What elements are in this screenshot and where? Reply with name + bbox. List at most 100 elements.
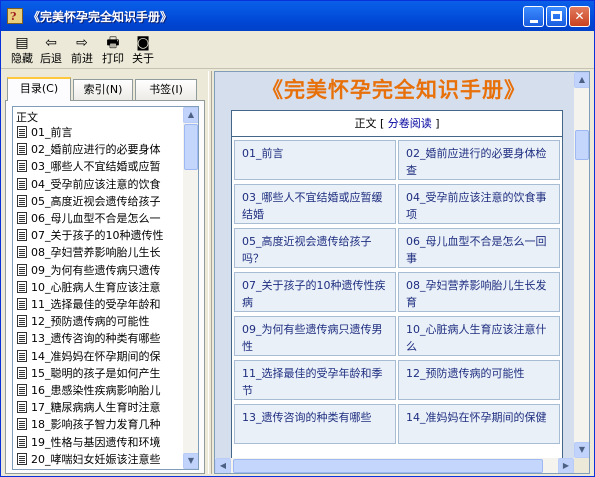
close-button[interactable]: ✕: [569, 6, 590, 27]
tree-item[interactable]: 07_关于孩子的10种遗传性: [17, 228, 164, 244]
chapter-link[interactable]: 08_孕妇营养影响胎儿生长发育: [398, 272, 560, 312]
back-button[interactable]: ⇦ 后退: [34, 34, 68, 68]
about-button[interactable]: ◙ 关于: [126, 34, 160, 68]
document-icon: [17, 177, 27, 190]
content-scroll-right-button[interactable]: ▶: [558, 458, 574, 473]
chapter-link[interactable]: 04_受孕前应该注意的饮食事项: [398, 184, 560, 224]
page-title: 《完美怀孕完全知识手册》: [262, 77, 526, 102]
nav-tabs: 目录(C) 索引(N) 书签(I): [5, 77, 205, 101]
maximize-button[interactable]: [546, 6, 567, 27]
tree-item[interactable]: 16_患感染性疾病影响胎儿: [17, 383, 161, 399]
window-title: 《完美怀孕完全知识手册》: [28, 10, 173, 24]
document-icon: [17, 366, 27, 379]
chapter-table: 正文 [ 分卷阅读 ] 01_前言 02_婚前应进行的必要身体检查 03_哪些人不宜…: [231, 110, 563, 470]
tree-item[interactable]: 13_遗传咨询的种类有哪些: [17, 331, 161, 347]
tree-item[interactable]: 04_受孕前应该注意的饮食: [17, 177, 161, 193]
tree-item[interactable]: 08_孕妇营养影响胎儿生长: [17, 245, 161, 261]
pane-splitter[interactable]: [208, 71, 212, 474]
toolbar: ▤ 隐藏 ⇦ 后退 ⇨ 前进 🖶 打印 ◙ 关于: [1, 31, 594, 69]
tree-item[interactable]: 02_婚前应进行的必要身体: [17, 142, 161, 158]
document-icon: [17, 160, 27, 173]
tree-item-label: 10_心脏病人生育应该注意: [31, 280, 161, 294]
tree-item[interactable]: 03_哪些人不宜结婚或应暂: [17, 159, 161, 175]
toc-tree[interactable]: 正文 01_前言 02_婚前应进行的必要身体 03_哪些人不宜结婚或应暂 04_受孕前…: [12, 106, 199, 470]
document-icon: [17, 126, 27, 138]
document-icon: [17, 194, 27, 207]
tree-item[interactable]: 18_影响孩子智力发育几种: [17, 417, 161, 433]
tree-item-label: 03_哪些人不宜结婚或应暂: [31, 160, 161, 174]
content-scroll-up-button[interactable]: ▲: [574, 72, 589, 88]
header-prefix: 正文 [: [354, 117, 388, 130]
tree-item[interactable]: 19_性格与基因遗传和环境: [17, 435, 161, 451]
document-icon: [17, 435, 27, 448]
header-suffix: ]: [431, 117, 440, 130]
maximize-icon: [551, 11, 562, 21]
print-button[interactable]: 🖶 打印: [96, 34, 130, 68]
tree-item[interactable]: 17_糖尿病病人生育时注意: [17, 400, 161, 416]
chapter-link[interactable]: 01_前言: [234, 140, 396, 180]
scroll-up-button[interactable]: ▲: [183, 107, 198, 123]
document-icon: [17, 229, 27, 242]
document-icon: [17, 212, 27, 224]
chapter-link[interactable]: 13_遗传咨询的种类有哪些: [234, 404, 396, 444]
print-label: 打印: [102, 52, 124, 65]
tree-item-label: 20_哮喘妇女妊娠该注意些: [31, 452, 161, 466]
tree-item[interactable]: 05_高度近视会遗传给孩子: [17, 194, 161, 210]
document-icon: [17, 263, 27, 276]
tree-item[interactable]: 15_聪明的孩子是如何产生: [17, 366, 161, 382]
tree-item[interactable]: 01_前言: [17, 125, 73, 141]
title-bar[interactable]: ? 《完美怀孕完全知识手册》 ✕: [1, 1, 594, 31]
chapter-link[interactable]: 02_婚前应进行的必要身体检查: [398, 140, 560, 180]
tree-item[interactable]: 10_心脏病人生育应该注意: [17, 280, 161, 296]
content-vertical-scrollbar[interactable]: ▲ ▼: [574, 72, 589, 458]
table-header: 正文 [ 分卷阅读 ]: [232, 111, 562, 137]
tree-item-label: 05_高度近视会遗传给孩子: [31, 194, 161, 208]
tree-item[interactable]: 09_为何有些遗传病只遗传: [17, 263, 161, 279]
chapter-link[interactable]: 14_准妈妈在怀孕期间的保健: [398, 404, 560, 444]
tree-item[interactable]: 20_哮喘妇女妊娠该注意些: [17, 452, 161, 468]
tree-item[interactable]: 14_准妈妈在怀孕期间的保: [17, 349, 161, 365]
tree-item[interactable]: 12_预防遗传病的可能性: [17, 314, 150, 330]
content-hscroll-thumb[interactable]: [233, 459, 543, 473]
scroll-down-button[interactable]: ▼: [183, 453, 198, 469]
content-scroll-left-button[interactable]: ◀: [215, 458, 231, 473]
tree-item-label: 04_受孕前应该注意的饮食: [31, 177, 161, 191]
tree-item[interactable]: 06_母儿血型不合是怎么一: [17, 211, 161, 227]
document-icon: [17, 280, 27, 293]
tree-item-label: 13_遗传咨询的种类有哪些: [31, 332, 161, 346]
app-icon: ?: [7, 8, 23, 24]
chapter-link[interactable]: 03_哪些人不宜结婚或应暂缓结婚: [234, 184, 396, 224]
chapter-link[interactable]: 07_关于孩子的10种遗传性疾病: [234, 272, 396, 312]
forward-button[interactable]: ⇨ 前进: [65, 34, 99, 68]
tree-item-label: 06_母儿血型不合是怎么一: [31, 212, 161, 225]
content-horizontal-scrollbar[interactable]: ◀ ▶: [215, 458, 574, 473]
minimize-button[interactable]: [523, 6, 544, 27]
volume-reading-link[interactable]: 分卷阅读: [388, 117, 432, 130]
tree-item-label: 14_准妈妈在怀孕期间的保: [31, 349, 161, 363]
document-icon: [17, 452, 27, 465]
app-window: ? 《完美怀孕完全知识手册》 ✕ ▤ 隐藏 ⇦ 后退 ⇨ 前进 🖶 打印 ◙ 关…: [0, 0, 595, 477]
chapter-link[interactable]: 11_选择最佳的受孕年龄和季节: [234, 360, 396, 400]
content-scroll-thumb[interactable]: [575, 130, 589, 160]
content-scroll-down-button[interactable]: ▼: [574, 442, 589, 458]
tree-scrollbar[interactable]: ▲ ▼: [183, 107, 198, 469]
tree-item[interactable]: 11_选择最佳的受孕年龄和: [17, 297, 161, 313]
tree-item-label: 19_性格与基因遗传和环境: [31, 435, 161, 449]
chapter-link[interactable]: 05_高度近视会遗传给孩子吗？: [234, 228, 396, 268]
tree-item-label: 12_预防遗传病的可能性: [31, 315, 150, 329]
toc-panel: 正文 01_前言 02_婚前应进行的必要身体 03_哪些人不宜结婚或应暂 04_受孕前…: [5, 100, 205, 474]
tree-item-label: 09_为何有些遗传病只遗传: [31, 263, 161, 277]
chapter-link[interactable]: 09_为何有些遗传病只遗传男性: [234, 316, 396, 356]
back-label: 后退: [40, 52, 62, 65]
tree-root[interactable]: 正文: [16, 109, 38, 125]
scroll-corner: [574, 458, 589, 473]
chapter-link[interactable]: 10_心脏病人生育应该注意什么: [398, 316, 560, 356]
scroll-thumb[interactable]: [184, 124, 198, 170]
document-icon: [17, 332, 27, 345]
tab-index[interactable]: 索引(N): [73, 79, 133, 100]
chapter-link[interactable]: 12_预防遗传病的可能性: [398, 360, 560, 400]
tab-bookmarks[interactable]: 书签(I): [135, 79, 197, 100]
tab-contents[interactable]: 目录(C): [7, 77, 71, 101]
tree-item-label: 02_婚前应进行的必要身体: [31, 143, 161, 157]
chapter-link[interactable]: 06_母儿血型不合是怎么一回事: [398, 228, 560, 268]
